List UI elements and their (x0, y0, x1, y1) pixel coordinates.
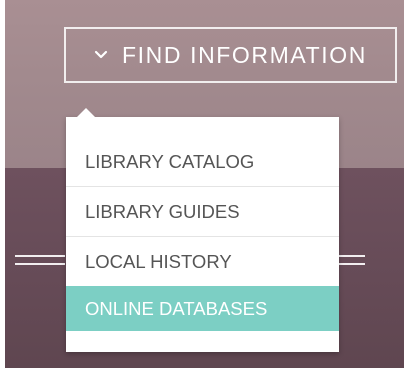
decorative-divider-right-top (335, 255, 365, 257)
find-information-dropdown: LIBRARY CATALOG LIBRARY GUIDES LOCAL HIS… (66, 108, 339, 352)
find-information-label: FIND INFORMATION (122, 41, 367, 68)
menu-item-label: LIBRARY GUIDES (85, 200, 240, 222)
menu-item-library-guides[interactable]: LIBRARY GUIDES (66, 187, 339, 237)
menu-item-library-catalog[interactable]: LIBRARY CATALOG (66, 137, 339, 187)
menu-item-label: ONLINE DATABASES (85, 297, 268, 319)
chevron-down-icon (94, 48, 108, 62)
menu-item-local-history[interactable]: LOCAL HISTORY (66, 237, 339, 287)
decorative-divider-left-bottom (15, 263, 65, 265)
menu-item-label: LOCAL HISTORY (85, 251, 232, 272)
menu-item-label: LIBRARY CATALOG (85, 150, 255, 172)
decorative-divider-right-bottom (335, 263, 365, 265)
screenshot-frame: FIND INFORMATION LIBRARY CATALOG LIBRARY… (0, 0, 404, 368)
decorative-divider-left-top (15, 255, 65, 257)
page-background: FIND INFORMATION LIBRARY CATALOG LIBRARY… (5, 0, 404, 368)
menu-item-online-databases[interactable]: ONLINE DATABASES (66, 286, 339, 331)
dropdown-caret (76, 108, 96, 118)
find-information-button[interactable]: FIND INFORMATION (64, 27, 397, 83)
